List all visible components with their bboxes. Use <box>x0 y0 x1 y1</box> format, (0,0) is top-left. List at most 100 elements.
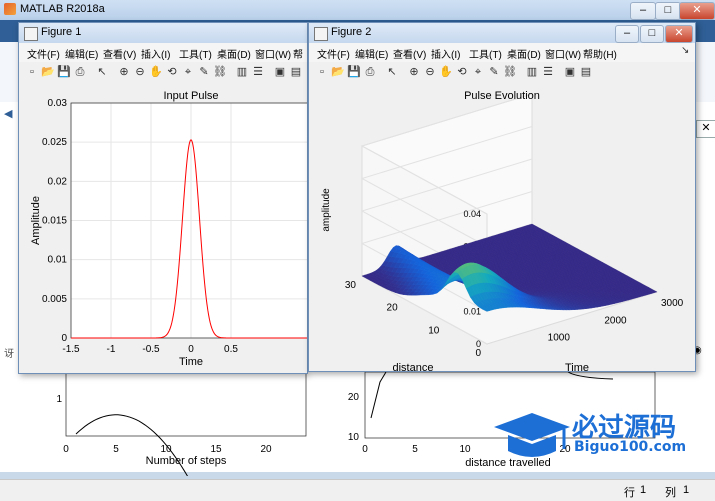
pulse-evolution-chart: 00.010.020.030.041000200030000102030Puls… <box>309 84 695 371</box>
chart1-ytick-label: 0.005 <box>42 294 67 305</box>
menu-item-6[interactable]: 窗口(W) <box>545 46 581 61</box>
save-icon[interactable]: 💾 <box>57 65 71 79</box>
new-file-icon[interactable]: ▫ <box>315 65 329 79</box>
plot4-ytick-label: 10 <box>348 432 360 443</box>
figure2-window: Figure 2 – □ ✕ 文件(F) 编辑(E) 查看(V) 插入(I) 工具(T)… <box>308 22 696 372</box>
chart1-xtick-label: 0.5 <box>224 344 238 355</box>
menu-item-7[interactable]: 帮助(H) <box>583 46 617 61</box>
dock-arrow-icon[interactable]: ↘ <box>681 45 689 56</box>
figure1-menu-bar: 文件(F)编辑(E)查看(V)插入(I)工具(T)桌面(D)窗口(W)帮助 <box>19 43 307 62</box>
menu-item-4[interactable]: 工具(T) <box>469 46 502 61</box>
chart2-xtick-label: 1000 <box>548 333 571 344</box>
figure2-close-button[interactable]: ✕ <box>665 25 693 43</box>
plot4-xtick-label: 0 <box>362 444 368 455</box>
watermark-logo: 必过源码 Biguo100.com <box>490 405 710 475</box>
chart1-ytick-label: 0.025 <box>42 137 67 148</box>
menu-item-4[interactable]: 工具(T) <box>179 46 212 61</box>
zoom-out-icon[interactable]: ⊖ <box>423 65 437 79</box>
chart2-ytick-label: 10 <box>428 325 440 336</box>
chart2-xtick-label: 3000 <box>661 298 684 309</box>
figure2-minimize-button[interactable]: – <box>615 25 639 43</box>
figure1-title-bar: Figure 1 <box>19 23 307 43</box>
chart1-ylabel: Amplitude <box>30 196 42 245</box>
pointer-icon[interactable]: ↖ <box>95 65 109 79</box>
panel-menu-icon[interactable]: ◉ <box>693 345 713 359</box>
figure1-window: Figure 1 文件(F) 编辑(E) 查看(V) 插入(I) 工具(T) 桌面(D) 窗… <box>18 22 308 374</box>
colorbar-icon[interactable]: ▥ <box>525 65 539 79</box>
rotate-3d-icon[interactable]: ⟲ <box>165 65 179 79</box>
main-title-bar: MATLAB R2018a – □ ✕ <box>0 0 715 20</box>
chart1-ytick-label: 0.02 <box>48 176 68 187</box>
figure2-title: Figure 2 <box>331 26 371 38</box>
pan-hand-icon[interactable]: ✋ <box>149 65 163 79</box>
plot3-xtick-label: 0 <box>63 444 69 455</box>
chart1-title: Input Pulse <box>163 90 218 102</box>
status-row-value: 1 <box>640 484 646 496</box>
menu-item-5[interactable]: 桌面(D) <box>217 46 251 61</box>
pointer-icon[interactable]: ↖ <box>385 65 399 79</box>
chart1-xtick-label: 0 <box>188 344 194 355</box>
rotate-3d-icon[interactable]: ⟲ <box>455 65 469 79</box>
data-cursor-icon[interactable]: ⌖ <box>181 65 195 79</box>
hide-plot-tools-icon[interactable]: ▣ <box>563 65 577 79</box>
chart2-zlabel: amplitude <box>321 188 332 232</box>
figure2-maximize-button[interactable]: □ <box>640 25 664 43</box>
save-icon[interactable]: 💾 <box>347 65 361 79</box>
chart2-title: Pulse Evolution <box>464 90 540 102</box>
figure2-canvas: 00.010.020.030.041000200030000102030Puls… <box>309 84 695 371</box>
link-plot-icon[interactable]: ⛓ <box>503 65 517 79</box>
brush-icon[interactable]: ✎ <box>197 65 211 79</box>
menu-item-2[interactable]: 查看(V) <box>393 46 426 61</box>
zoom-in-icon[interactable]: ⊕ <box>407 65 421 79</box>
maximize-button[interactable]: □ <box>655 2 681 20</box>
legend-icon[interactable]: ☰ <box>251 65 265 79</box>
menu-item-5[interactable]: 桌面(D) <box>507 46 541 61</box>
close-button[interactable]: ✕ <box>679 2 715 20</box>
print-icon[interactable]: ⎙ <box>363 65 377 79</box>
pan-hand-icon[interactable]: ✋ <box>439 65 453 79</box>
menu-item-6[interactable]: 窗口(W) <box>255 46 291 61</box>
open-file-icon[interactable]: 📂 <box>41 65 55 79</box>
status-col-label: 列 <box>665 484 676 500</box>
menu-item-1[interactable]: 编辑(E) <box>355 46 388 61</box>
zoom-out-icon[interactable]: ⊖ <box>133 65 147 79</box>
background-plot-steps: 05101520 1 Number of steps <box>18 372 308 476</box>
link-plot-icon[interactable]: ⛓ <box>213 65 227 79</box>
menu-item-0[interactable]: 文件(F) <box>27 46 60 61</box>
figure-icon <box>24 27 38 41</box>
data-cursor-icon[interactable]: ⌖ <box>471 65 485 79</box>
menu-item-0[interactable]: 文件(F) <box>317 46 350 61</box>
input-pulse-chart: -1.5-1-0.500.500.0050.010.0150.020.0250.… <box>19 84 307 373</box>
figure2-toolbar: ▫📂💾⎙ ↖ ⊕⊖✋⟲⌖✎⛓ ▥☰ ▣▤ <box>309 62 695 85</box>
show-plot-tools-icon[interactable]: ▤ <box>289 65 303 79</box>
back-arrow-icon[interactable]: ◀ <box>4 107 16 119</box>
plot3-xtick-label: 10 <box>160 444 172 455</box>
menu-item-3[interactable]: 插入(I) <box>431 46 460 61</box>
menu-item-1[interactable]: 编辑(E) <box>65 46 98 61</box>
brush-icon[interactable]: ✎ <box>487 65 501 79</box>
figure-icon <box>314 27 328 41</box>
main-window-title: MATLAB R2018a <box>20 3 105 15</box>
matlab-logo-icon <box>4 3 16 15</box>
chart2-ztick-label: 0.04 <box>463 209 481 219</box>
chart1-ytick-label: 0 <box>61 333 67 344</box>
menu-item-2[interactable]: 查看(V) <box>103 46 136 61</box>
plot3-ytick: 1 <box>56 394 62 405</box>
panel-close-icon[interactable]: ✕ <box>696 120 715 138</box>
plot4-xtick-label: 10 <box>459 444 471 455</box>
plot4-xtick-label: 5 <box>412 444 418 455</box>
legend-icon[interactable]: ☰ <box>541 65 555 79</box>
chart2-ytick-label: 0 <box>475 348 481 359</box>
figure1-toolbar: ▫📂💾⎙ ↖ ⊕⊖✋⟲⌖✎⛓ ▥☰ ▣▤ <box>19 62 307 85</box>
zoom-in-icon[interactable]: ⊕ <box>117 65 131 79</box>
show-plot-tools-icon[interactable]: ▤ <box>579 65 593 79</box>
status-row-label: 行 <box>624 484 635 500</box>
colorbar-icon[interactable]: ▥ <box>235 65 249 79</box>
open-file-icon[interactable]: 📂 <box>331 65 345 79</box>
menu-item-3[interactable]: 插入(I) <box>141 46 170 61</box>
hide-plot-tools-icon[interactable]: ▣ <box>273 65 287 79</box>
print-icon[interactable]: ⎙ <box>73 65 87 79</box>
figure2-menu-bar: 文件(F) 编辑(E) 查看(V) 插入(I) 工具(T) 桌面(D) 窗口(W)帮助(H) <box>309 43 695 62</box>
new-file-icon[interactable]: ▫ <box>25 65 39 79</box>
minimize-button[interactable]: – <box>630 2 656 20</box>
